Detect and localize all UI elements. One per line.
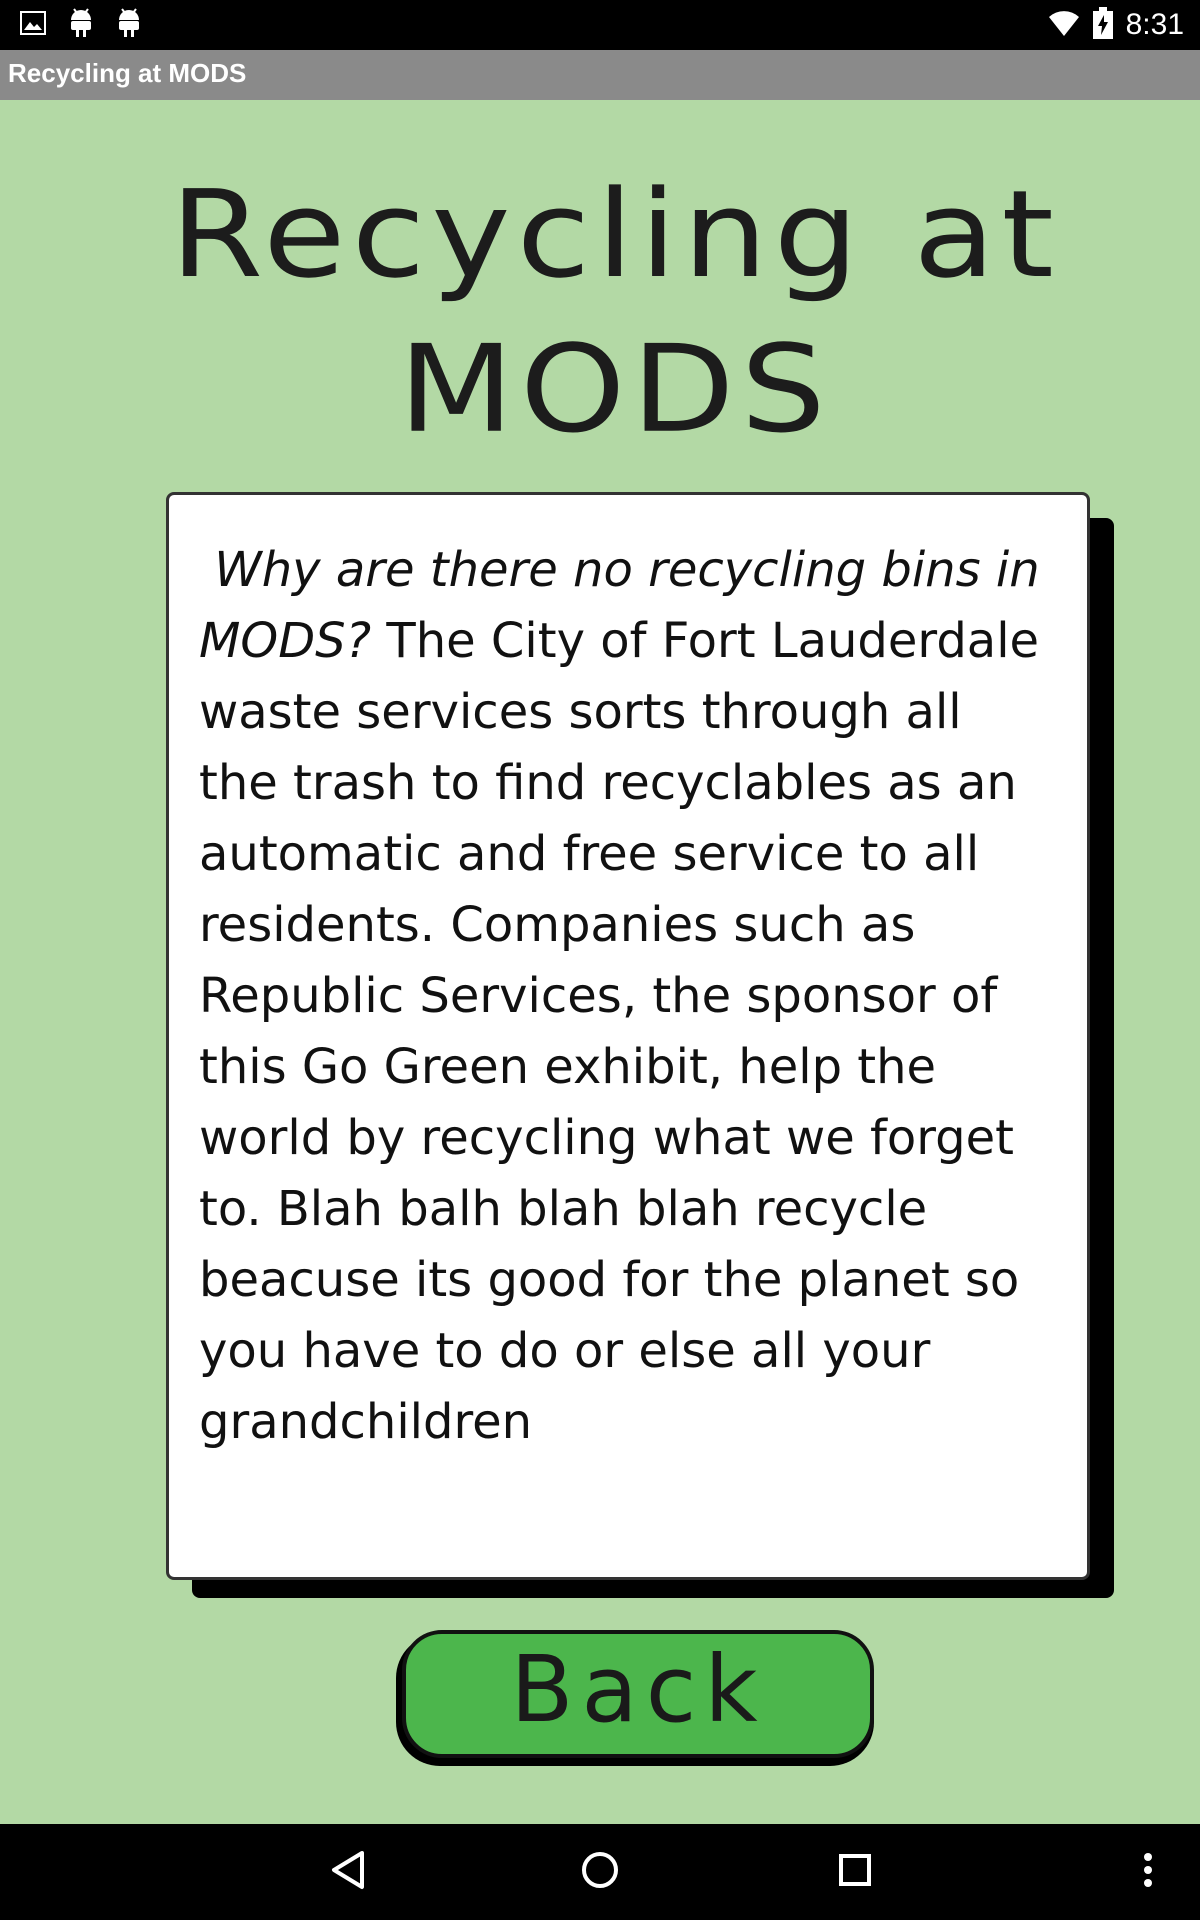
- article-body: The City of Fort Lauderdale waste servic…: [199, 613, 1040, 1450]
- app-title-bar: Recycling at MODS: [0, 50, 1200, 100]
- image-icon: [20, 11, 46, 39]
- recents-icon: [838, 1853, 872, 1891]
- back-button[interactable]: Back: [402, 1630, 874, 1758]
- article-text: Why are there no recycling bins in MODS?…: [199, 535, 1049, 1458]
- back-icon: [330, 1850, 366, 1894]
- notification-icons: [20, 8, 142, 42]
- screen: 8:31 Recycling at MODS Recycling at MODS…: [0, 0, 1200, 1920]
- system-icons: 8:31: [1048, 0, 1184, 50]
- wifi-icon: [1048, 9, 1080, 41]
- clock: 8:31: [1125, 8, 1184, 41]
- nav-back-button[interactable]: [318, 1842, 378, 1902]
- android-icon: [68, 8, 94, 42]
- nav-home-button[interactable]: [570, 1842, 630, 1902]
- battery-icon: [1092, 7, 1114, 43]
- article-card[interactable]: Why are there no recycling bins in MODS?…: [166, 492, 1090, 1580]
- heading-line-2: MODS: [398, 319, 832, 460]
- home-icon: [580, 1850, 620, 1894]
- nav-recents-button[interactable]: [825, 1842, 885, 1902]
- status-bar: 8:31: [0, 0, 1200, 50]
- navigation-bar: [0, 1824, 1200, 1920]
- nav-overflow-button[interactable]: [1118, 1842, 1178, 1902]
- page-heading: Recycling at MODS: [100, 157, 1130, 467]
- overflow-menu-icon: [1143, 1852, 1153, 1892]
- back-button-label: Back: [510, 1635, 766, 1743]
- android-icon: [116, 8, 142, 42]
- heading-line-1: Recycling at: [170, 164, 1060, 305]
- app-title: Recycling at MODS: [8, 58, 247, 88]
